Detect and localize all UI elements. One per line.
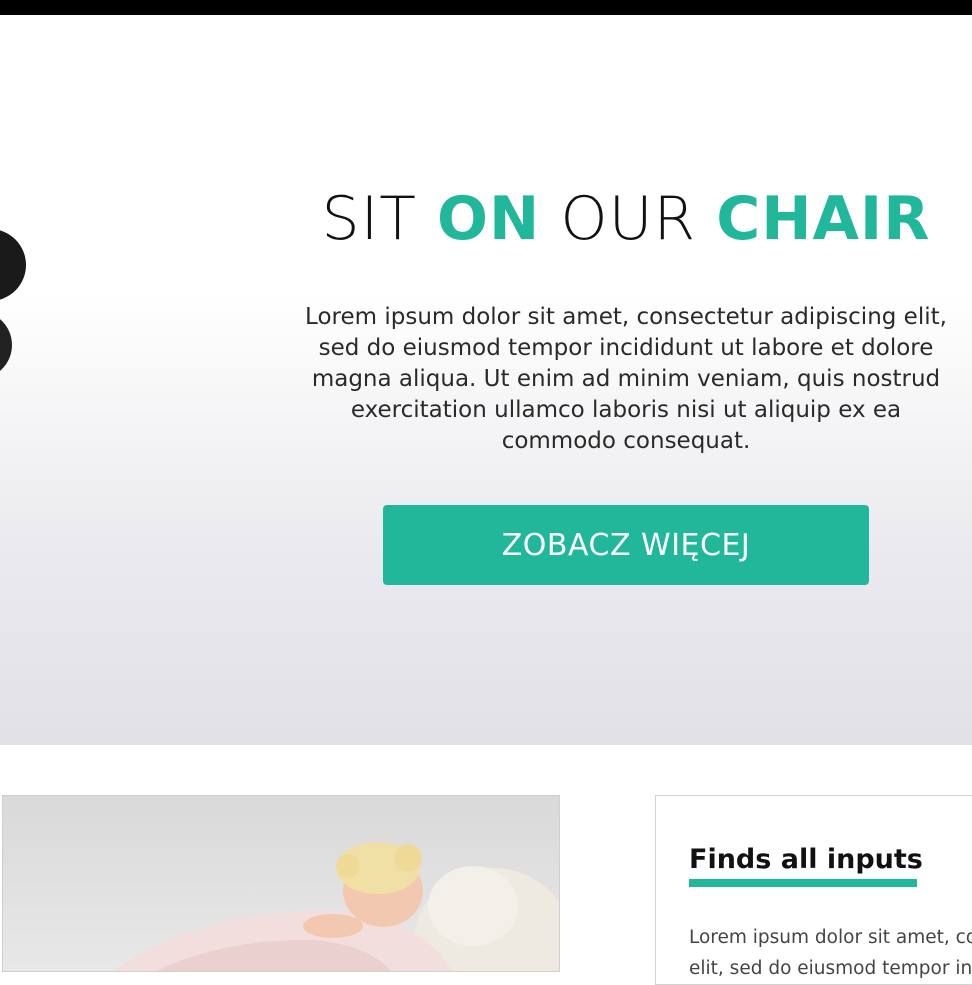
feature-card-text-line-2: elit, sed do eiusmod tempor inc (689, 958, 972, 979)
feature-card-underline (689, 879, 917, 887)
hero-title: SIT ON OUR CHAIR (290, 183, 962, 255)
feature-card: Finds all inputs Lorem ipsum dolor sit a… (655, 795, 972, 985)
hero-title-part-1: SIT (321, 184, 438, 254)
hero-title-part-2: ON (437, 184, 541, 254)
hero-title-part-3: OUR (540, 184, 717, 254)
feature-card-text-line-1: Lorem ipsum dolor sit amet, cor (689, 927, 972, 948)
feature-card-title: Finds all inputs (689, 844, 923, 875)
top-bar (0, 0, 972, 15)
feature-card-text: Lorem ipsum dolor sit amet, cor elit, se… (689, 922, 972, 984)
black-ball-chair-image (0, 230, 26, 371)
see-more-button[interactable]: ZOBACZ WIĘCEJ (383, 505, 869, 585)
child-sleeping-on-chair-photo (2, 795, 560, 972)
photo-illustration (115, 842, 559, 971)
hero-section: SIT ON OUR CHAIR Lorem ipsum dolor sit a… (0, 15, 972, 745)
hero-description: Lorem ipsum dolor sit amet, consectetur … (305, 304, 947, 454)
hero-title-part-4: CHAIR (716, 184, 931, 254)
